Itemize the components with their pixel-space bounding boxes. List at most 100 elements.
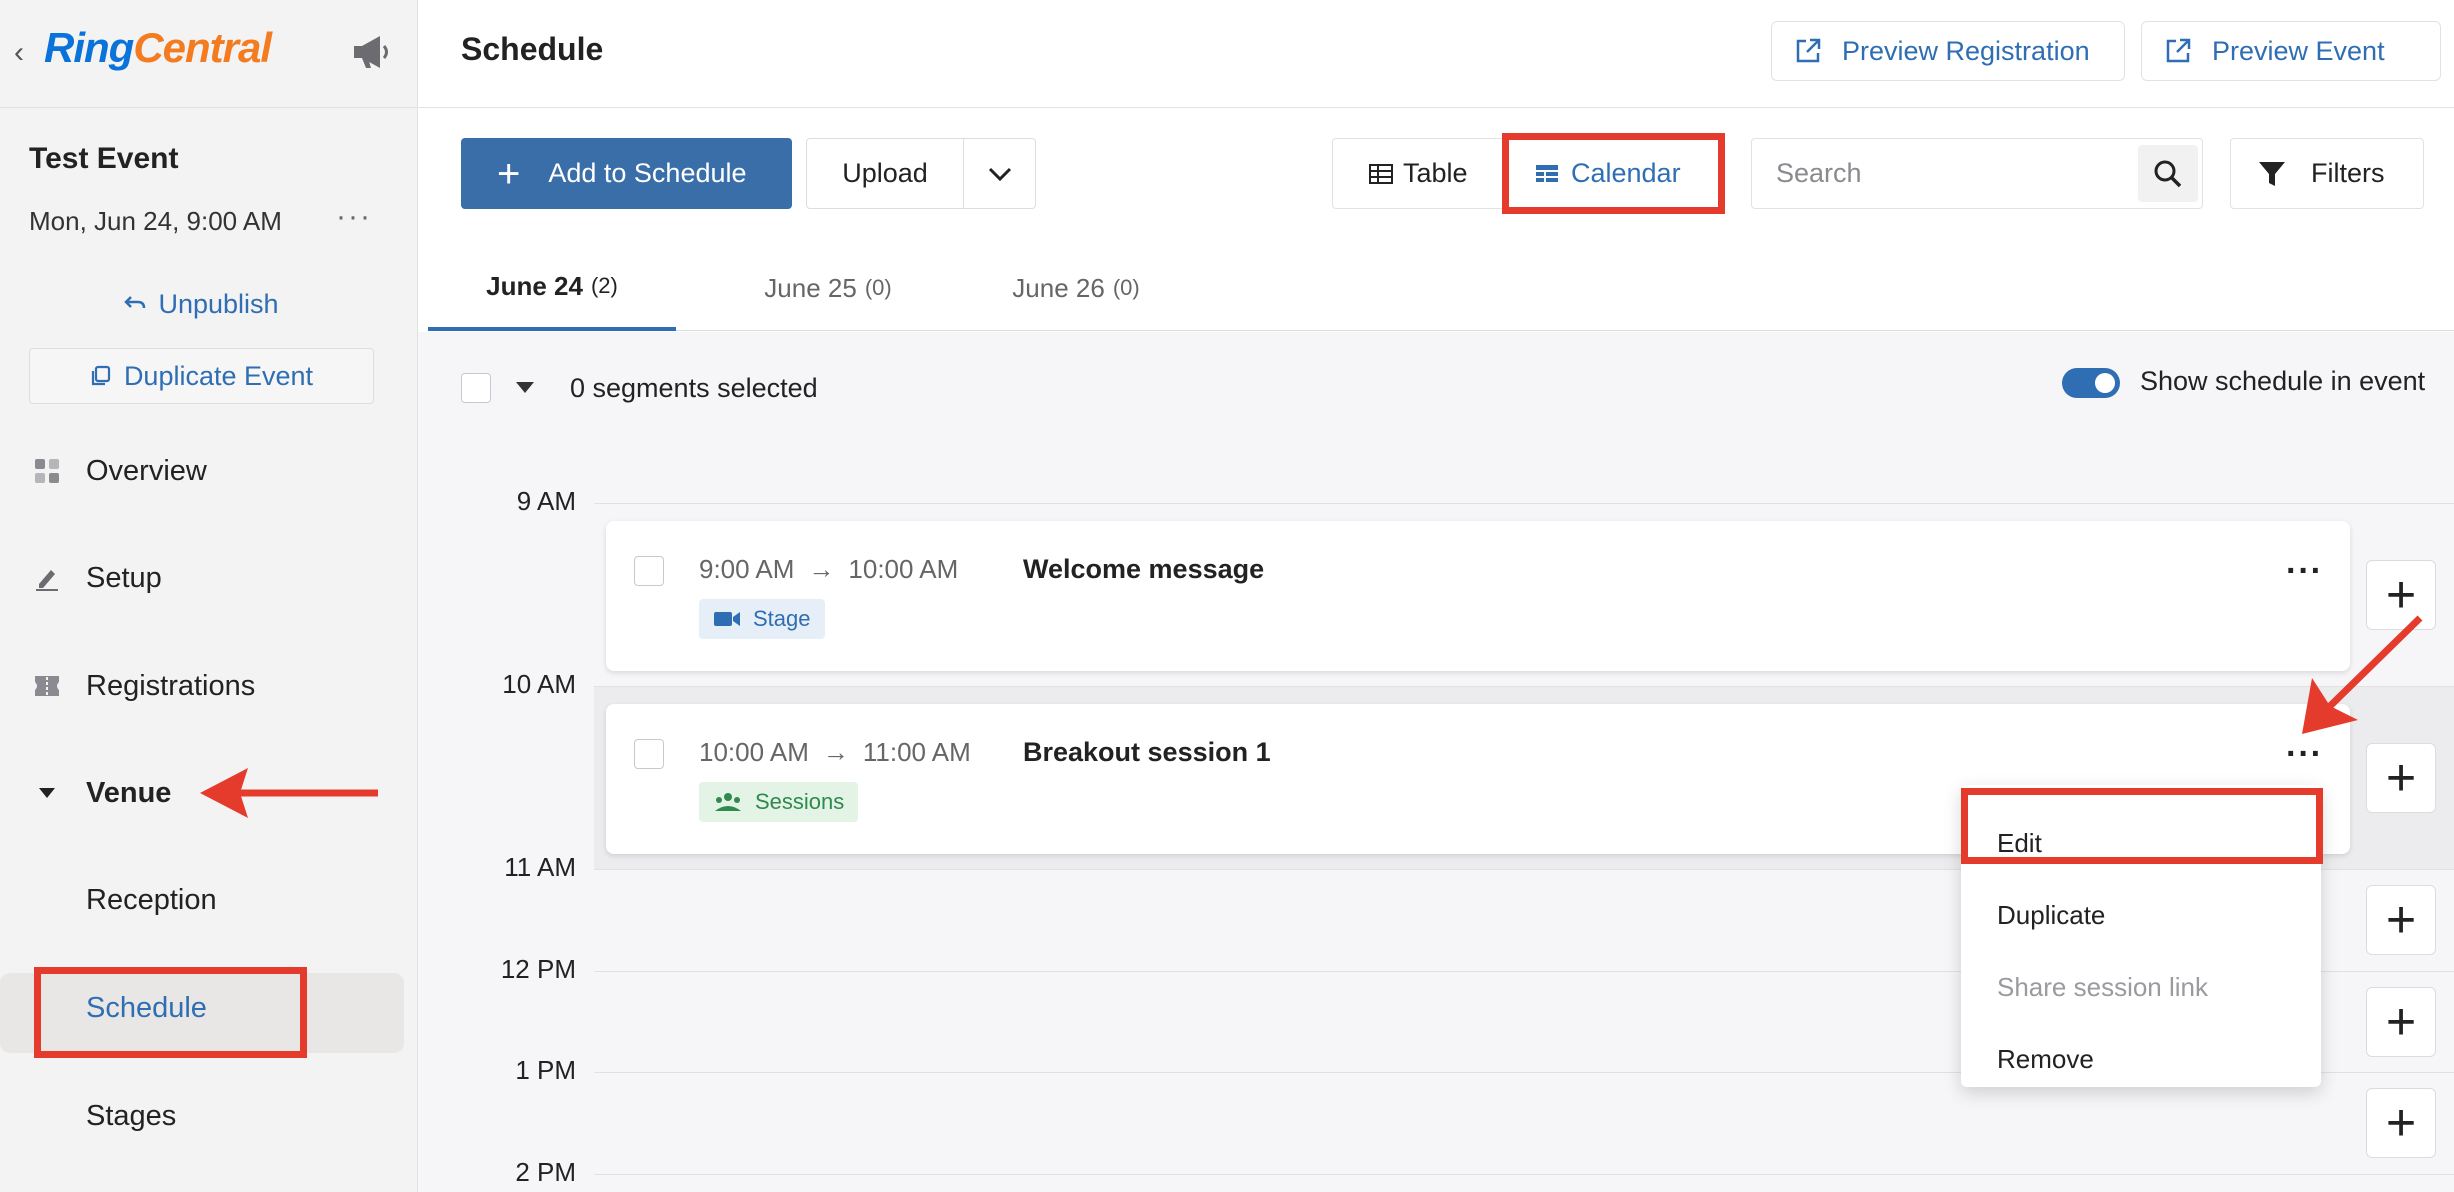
- caret-down-icon: [32, 778, 62, 808]
- preview-registration-button[interactable]: Preview Registration: [1771, 21, 2125, 81]
- add-slot-button[interactable]: +: [2366, 560, 2436, 630]
- hour-gridline: [594, 1174, 2454, 1175]
- select-all-checkbox[interactable]: [461, 373, 491, 403]
- plus-icon: +: [2385, 891, 2417, 949]
- unpublish-button[interactable]: Unpublish: [29, 275, 374, 333]
- sidebar-item-registrations[interactable]: Registrations: [0, 651, 418, 721]
- segment-time: 9:00 AM → 10:00 AM: [699, 554, 958, 585]
- sidebar-item-setup-label: Setup: [86, 561, 162, 594]
- search-button[interactable]: [2138, 145, 2198, 202]
- calendar-list-icon: [1536, 164, 1558, 182]
- segment-title: Welcome message: [1023, 554, 1265, 584]
- duplicate-event-button[interactable]: Duplicate Event: [29, 348, 374, 404]
- schedule-segment-card[interactable]: 9:00 AM → 10:00 AM Welcome message Stage…: [606, 521, 2350, 671]
- time-label: 1 PM: [515, 1055, 576, 1085]
- sidebar-item-schedule[interactable]: Schedule: [86, 992, 207, 1025]
- plus-icon: +: [2385, 993, 2417, 1051]
- menu-item-share-session-link: Share session link: [1997, 972, 2208, 1002]
- sidebar-item-overview[interactable]: Overview: [0, 436, 418, 506]
- add-to-schedule-button[interactable]: + Add to Schedule: [461, 138, 792, 209]
- sidebar-item-venue-label: Venue: [86, 776, 172, 809]
- search-icon: [2154, 160, 2182, 187]
- time-label: 9 AM: [516, 486, 576, 516]
- tab-june-24[interactable]: June 24 (2): [428, 245, 676, 331]
- plus-icon: +: [497, 151, 521, 196]
- segment-checkbox[interactable]: [634, 556, 664, 586]
- hour-gridline: [594, 503, 2454, 504]
- segment-checkbox[interactable]: [634, 739, 664, 769]
- segment-time: 10:00 AM → 11:00 AM: [699, 737, 971, 768]
- event-title: Test Event: [29, 142, 179, 175]
- stage-tag: Stage: [699, 599, 825, 639]
- menu-item-remove[interactable]: Remove: [1997, 1044, 2094, 1075]
- sidebar-item-setup[interactable]: Setup: [0, 543, 418, 613]
- view-toggle: Table Calendar: [1332, 138, 1722, 209]
- segment-start-time: 9:00 AM: [699, 554, 795, 584]
- add-slot-button[interactable]: +: [2366, 1088, 2436, 1158]
- sidebar-item-stages[interactable]: Stages: [86, 1100, 176, 1133]
- hour-gridline: [594, 686, 2454, 687]
- search-box: [1751, 138, 2203, 209]
- external-link-icon: [1796, 38, 1821, 63]
- tab-count: (0): [864, 275, 892, 300]
- top-bar: Schedule Preview Registration Preview Ev…: [418, 0, 2454, 108]
- select-caret-icon[interactable]: [516, 382, 534, 393]
- add-slot-button[interactable]: +: [2366, 885, 2436, 955]
- time-label: 10 AM: [502, 669, 576, 699]
- tab-june-26[interactable]: June 26 (0): [952, 245, 1200, 331]
- view-table-label: Table: [1403, 158, 1468, 188]
- event-more-icon[interactable]: ···: [336, 200, 372, 234]
- megaphone-icon[interactable]: [350, 32, 394, 72]
- segment-end-time: 10:00 AM: [848, 554, 959, 584]
- segment-title: Breakout session 1: [1023, 737, 1271, 767]
- filters-label: Filters: [2311, 158, 2385, 188]
- menu-item-edit[interactable]: Edit: [1997, 828, 2042, 859]
- upload-button[interactable]: Upload: [807, 139, 964, 208]
- menu-item-duplicate[interactable]: Duplicate: [1997, 900, 2105, 931]
- sidebar-item-venue[interactable]: Venue: [0, 758, 418, 828]
- page-title: Schedule: [461, 31, 604, 67]
- show-schedule-toggle[interactable]: [2062, 368, 2120, 398]
- preview-event-label: Preview Event: [2212, 35, 2385, 66]
- segment-start-time: 10:00 AM: [699, 737, 809, 767]
- grid-icon: [32, 456, 62, 486]
- preview-event-button[interactable]: Preview Event: [2141, 21, 2441, 81]
- tab-label: June 26: [1012, 272, 1105, 303]
- chevron-down-icon: [988, 167, 1011, 181]
- view-calendar-button[interactable]: Calendar: [1505, 139, 1681, 208]
- sessions-tag: Sessions: [699, 782, 859, 822]
- group-icon: [715, 793, 741, 811]
- time-label: 12 PM: [500, 954, 576, 984]
- add-slot-button[interactable]: +: [2366, 743, 2436, 813]
- arrow-right-icon: →: [822, 737, 849, 767]
- segment-context-menu: Edit Duplicate Share session link Remove: [1961, 785, 2321, 1087]
- segment-more-icon[interactable]: ···: [2286, 737, 2323, 771]
- upload-dropdown-button[interactable]: [964, 139, 1035, 208]
- segment-more-icon[interactable]: ···: [2286, 554, 2323, 588]
- unpublish-label: Unpublish: [158, 288, 279, 319]
- search-input[interactable]: [1752, 139, 2132, 208]
- ringcentral-logo[interactable]: RingCentral: [44, 24, 272, 72]
- sidebar-item-reception[interactable]: Reception: [86, 884, 217, 917]
- tab-label: June 24: [486, 270, 583, 301]
- sidebar: ‹ RingCentral Test Event Mon, Jun 24, 9:…: [0, 0, 418, 1192]
- time-label: 11 AM: [504, 852, 576, 882]
- undo-icon: [124, 296, 146, 309]
- filters-button[interactable]: Filters: [2230, 138, 2424, 209]
- view-table-button[interactable]: Table: [1369, 139, 1468, 208]
- plus-icon: +: [2385, 749, 2417, 807]
- tab-june-25[interactable]: June 25 (0): [704, 245, 952, 331]
- event-date: Mon, Jun 24, 9:00 AM: [29, 206, 282, 236]
- table-icon: [1369, 163, 1393, 184]
- date-tabs: June 24 (2) June 25 (0) June 26 (0): [428, 245, 2454, 331]
- back-chevron-icon[interactable]: ‹: [14, 36, 24, 70]
- video-camera-icon: [714, 612, 740, 626]
- add-to-schedule-label: Add to Schedule: [548, 158, 747, 188]
- view-calendar-label: Calendar: [1571, 158, 1681, 188]
- tag-label: Sessions: [755, 789, 845, 814]
- preview-registration-label: Preview Registration: [1842, 35, 2090, 66]
- tab-label: June 25: [764, 272, 857, 303]
- filter-icon: [2259, 161, 2285, 186]
- add-slot-button[interactable]: +: [2366, 987, 2436, 1057]
- external-link-icon: [2166, 38, 2191, 63]
